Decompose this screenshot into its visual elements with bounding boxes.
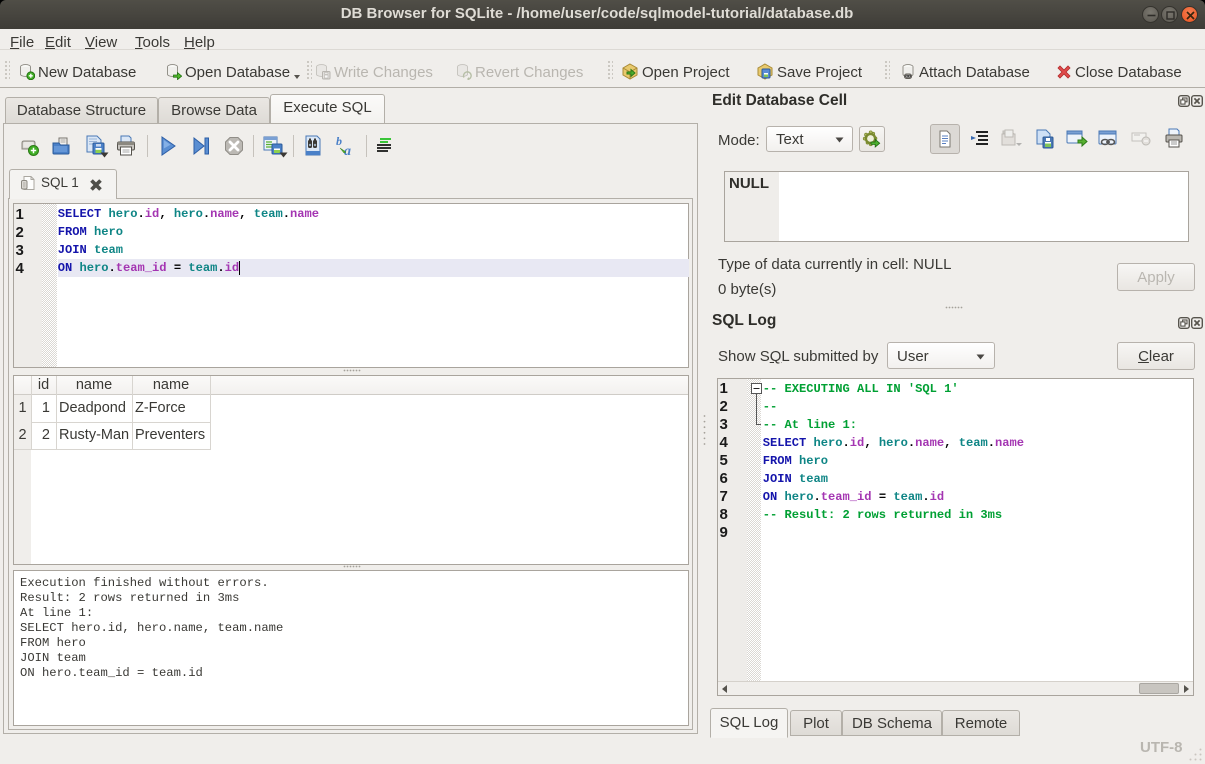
svg-text:b: b xyxy=(336,135,342,148)
svg-text:a: a xyxy=(344,144,351,157)
